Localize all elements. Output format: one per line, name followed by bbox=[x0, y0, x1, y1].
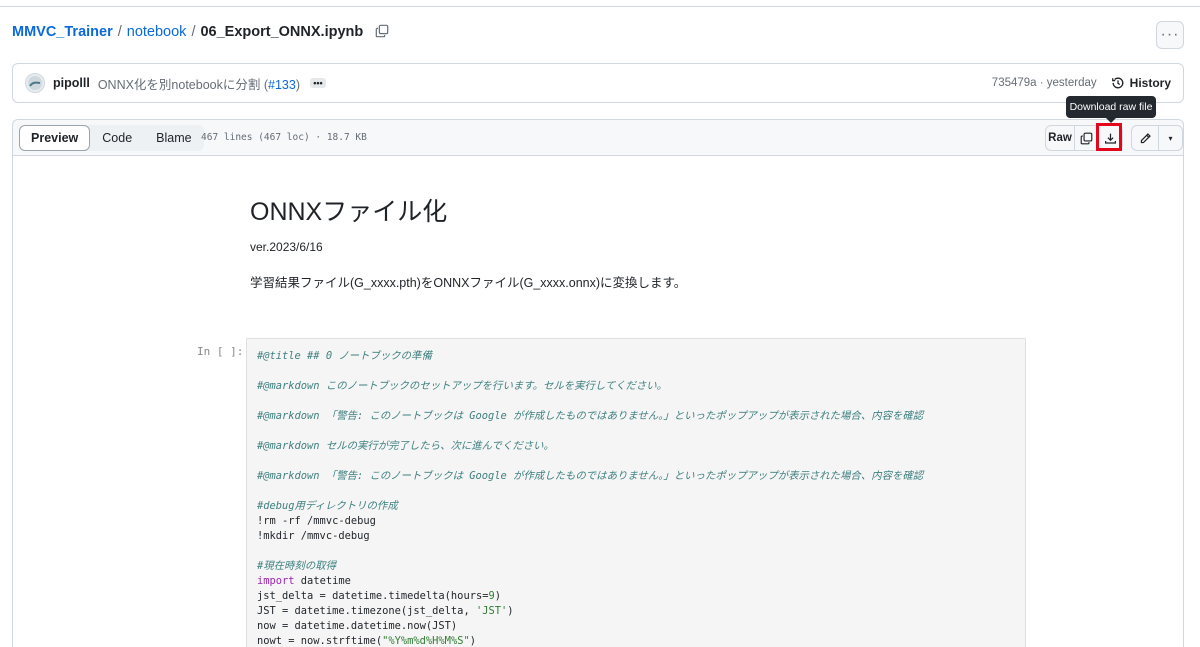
breadcrumb: MMVC_Trainer / notebook / 06_Export_ONNX… bbox=[12, 24, 391, 40]
notebook-title: ONNXファイル化 bbox=[250, 198, 448, 226]
commit-author[interactable]: pipolll bbox=[53, 76, 90, 90]
code-line: #debug用ディレクトリの作成 bbox=[257, 500, 398, 512]
edit-file-button[interactable] bbox=[1131, 125, 1159, 151]
edit-dropdown-button[interactable]: ▾ bbox=[1159, 125, 1183, 151]
commit-expand-button[interactable]: ••• bbox=[309, 78, 326, 88]
breadcrumb-file-name: 06_Export_ONNX.ipynb bbox=[200, 24, 364, 40]
kebab-icon: ··· bbox=[1160, 26, 1180, 43]
commit-message[interactable]: ONNX化を別notebookに分割 (#133) bbox=[98, 74, 300, 93]
code-line: !rm -rf /mmvc-debug bbox=[257, 515, 376, 527]
file-actions: Raw ▾ bbox=[1045, 123, 1183, 151]
download-tooltip: Download raw file bbox=[1066, 96, 1156, 123]
cell-prompt: In [ ]: bbox=[197, 345, 244, 358]
history-button[interactable]: History bbox=[1111, 76, 1171, 90]
code-line: now = datetime.datetime.now(JST) bbox=[257, 620, 458, 632]
avatar[interactable] bbox=[25, 73, 45, 93]
breadcrumb-separator: / bbox=[117, 24, 122, 40]
raw-button[interactable]: Raw bbox=[1045, 125, 1075, 151]
code-line: JST = datetime.timezone(jst_delta, 'JST'… bbox=[257, 605, 514, 617]
download-raw-button[interactable] bbox=[1096, 123, 1123, 151]
file-viewer: Preview Code Blame 467 lines (467 loc) ·… bbox=[12, 119, 1184, 647]
code-line: #@title ## 0 ノートブックの準備 bbox=[257, 350, 432, 362]
more-options-button[interactable]: ··· bbox=[1156, 21, 1184, 49]
history-icon bbox=[1111, 77, 1124, 89]
code-line: nowt = now.strftime("%Y%m%d%H%M%S") bbox=[257, 635, 476, 647]
code-line: #現在時刻の取得 bbox=[257, 560, 336, 572]
tab-blame[interactable]: Blame bbox=[144, 125, 203, 151]
commit-meta: 735479a · yesterday History bbox=[992, 76, 1171, 90]
notebook-description: 学習結果ファイル(G_xxxx.pth)をONNXファイル(G_xxxx.onn… bbox=[250, 276, 687, 290]
copy-path-icon[interactable] bbox=[375, 24, 391, 40]
code-line: jst_delta = datetime.timedelta(hours=9) bbox=[257, 590, 501, 602]
highlight-box bbox=[1096, 123, 1122, 151]
copy-icon bbox=[1080, 132, 1093, 144]
code-line: #@markdown セルの実行が完了したら、次に進んでください。 bbox=[257, 440, 554, 452]
tab-code[interactable]: Code bbox=[90, 125, 144, 151]
code-line: #@markdown 「警告: このノートブックは Google が作成したもの… bbox=[257, 410, 924, 422]
tab-preview[interactable]: Preview bbox=[19, 125, 91, 151]
commit-pr-link[interactable]: #133 bbox=[268, 78, 296, 92]
code-cell[interactable]: #@title ## 0 ノートブックの準備 #@markdown このノートブ… bbox=[246, 338, 1026, 647]
view-mode-tabs: Preview Code Blame bbox=[19, 125, 204, 151]
code-line: #@markdown このノートブックのセットアップを行います。セルを実行してく… bbox=[257, 380, 668, 392]
commit-sha-time[interactable]: 735479a · yesterday bbox=[992, 77, 1097, 89]
code-line: import datetime bbox=[257, 575, 351, 587]
breadcrumb-repo-link[interactable]: MMVC_Trainer bbox=[12, 24, 113, 40]
breadcrumb-folder-link[interactable]: notebook bbox=[127, 24, 187, 40]
pencil-icon bbox=[1140, 132, 1151, 143]
code-line: #@markdown 「警告: このノートブックは Google が作成したもの… bbox=[257, 470, 924, 482]
file-stats: 467 lines (467 loc) · 18.7 KB bbox=[201, 132, 367, 143]
top-divider bbox=[0, 6, 1200, 7]
notebook-version: ver.2023/6/16 bbox=[250, 240, 323, 254]
caret-down-icon: ▾ bbox=[1168, 133, 1173, 143]
code-line: !mkdir /mmvc-debug bbox=[257, 530, 370, 542]
breadcrumb-separator: / bbox=[191, 24, 196, 40]
latest-commit-bar: pipolll ONNX化を別notebookに分割 (#133) ••• 73… bbox=[12, 63, 1184, 103]
file-header: Preview Code Blame 467 lines (467 loc) ·… bbox=[13, 120, 1183, 156]
